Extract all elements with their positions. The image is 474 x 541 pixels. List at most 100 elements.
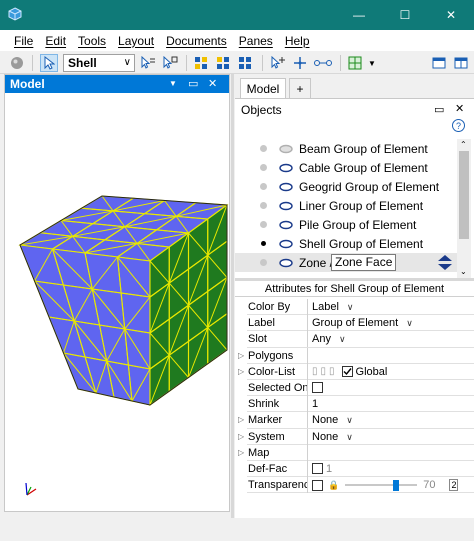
chevron-down-icon[interactable]: ∨ [339,331,346,347]
attribute-value[interactable]: 1 [312,396,318,412]
attribute-row[interactable]: Shrink 1 [247,396,474,413]
record-icon[interactable] [8,54,26,72]
minimize-button[interactable]: — [336,0,382,30]
slider-thumb[interactable] [392,480,399,492]
attribute-row[interactable]: ▷ Polygons [238,347,474,364]
menu-help[interactable]: Help [279,32,316,50]
expand-icon[interactable]: ▷ [238,367,244,376]
attribute-row[interactable]: Label Group of Element ∨ [247,315,474,332]
close-button[interactable]: ✕ [428,0,474,30]
grid-layout-icon[interactable] [214,54,232,72]
chevron-down-icon[interactable]: ∨ [346,429,353,445]
attribute-value[interactable]: 1 [312,461,332,477]
menu-layout[interactable]: Layout [112,32,160,50]
visibility-dot-icon[interactable] [260,202,267,209]
attribute-value[interactable]: None ∨ [312,429,353,445]
attribute-row[interactable]: Color By Label ∨ [247,299,474,316]
attribute-row[interactable]: ▷ Marker None ∨ [238,412,474,429]
close-pane-icon[interactable]: ✕ [208,75,217,93]
attribute-value[interactable] [312,380,326,396]
eye-icon[interactable] [279,220,293,230]
visibility-dot-icon[interactable] [260,145,267,152]
expand-icon[interactable]: ▷ [238,351,244,360]
objects-scrollbar[interactable]: ⌃ ⌄ [457,139,471,279]
3d-viewport[interactable] [5,93,229,511]
attribute-row[interactable]: Transparency 🔒 70 2 [247,477,474,494]
object-row[interactable]: Cable Group of Element [235,158,457,177]
attribute-value[interactable]: None ∨ [312,412,353,428]
scrollbar-thumb[interactable] [459,151,469,239]
spinner-updown-icon[interactable] [437,254,453,271]
move-cross-icon[interactable] [290,54,310,72]
eye-icon[interactable] [279,182,293,192]
select-box-icon[interactable] [160,54,180,72]
eye-icon[interactable] [279,201,293,211]
dropdown-icon[interactable]: ▼ [169,75,177,93]
maximize-button[interactable]: ☐ [382,0,428,30]
color-list-icons[interactable]: ▯▯▯ [312,364,338,380]
attribute-value[interactable]: 🔒 70 2 [312,477,459,493]
checkbox[interactable] [312,382,323,394]
object-row[interactable]: Pile Group of Element [235,215,457,234]
visibility-dot-icon[interactable] [260,221,267,228]
attribute-row[interactable]: ▷ System None ∨ [238,428,474,445]
expand-icon[interactable]: ▷ [238,448,244,457]
eye-icon[interactable] [279,239,293,249]
grid-view-icon[interactable] [192,54,210,72]
vertical-splitter[interactable] [231,74,234,518]
menu-file[interactable]: File [8,32,39,50]
chevron-down-icon[interactable]: ∨ [346,412,353,428]
menu-panes[interactable]: Panes [233,32,279,50]
object-row[interactable]: Shell Group of Element [235,234,457,253]
attribute-row[interactable]: Def-Fac 1 [247,460,474,478]
window-split-icon[interactable] [452,54,470,72]
tab-model[interactable]: Model [240,78,286,98]
attribute-value[interactable]: Label ∨ [312,299,354,315]
slider-options-icon[interactable]: 2 [449,479,459,492]
chevron-down-icon[interactable]: ∨ [406,315,413,331]
attribute-row[interactable]: Selected Only [247,379,474,397]
link-icon[interactable] [312,54,334,72]
visibility-dot-icon[interactable] [261,241,266,246]
eye-icon[interactable] [279,163,293,173]
attribute-row[interactable]: ▷ Color-List ▯▯▯ Global [238,363,474,380]
attribute-row[interactable]: ▷ Map [238,444,474,461]
mode-combo[interactable]: Shell ∨ [63,54,135,72]
visibility-dot-icon[interactable] [260,164,267,171]
object-row[interactable]: Zone / Zone Face [235,253,457,272]
help-icon[interactable]: ? [452,119,465,132]
add-tab-button[interactable]: + [289,78,311,98]
attribute-row[interactable]: Slot Any ∨ [247,331,474,348]
visibility-dot-icon[interactable] [260,183,267,190]
object-type-combo[interactable]: Zone Face [331,254,397,271]
attribute-value[interactable]: Any ∨ [312,331,346,347]
attribute-value[interactable]: ▯▯▯ Global [312,364,387,380]
caret-down-icon[interactable]: ▼ [366,54,378,72]
float-icon[interactable]: ▭ [188,75,198,93]
visibility-dot-icon[interactable] [260,259,267,266]
green-grid-icon[interactable] [346,54,364,72]
float-icon[interactable]: ▭ [434,103,444,116]
window-icon[interactable] [430,54,448,72]
checkbox[interactable] [312,463,323,475]
object-row[interactable]: Liner Group of Element [235,196,457,215]
object-row[interactable]: Beam Group of Element [235,139,457,158]
chevron-down-icon[interactable]: ∨ [347,299,354,315]
menu-documents[interactable]: Documents [160,32,233,50]
scroll-up-icon[interactable]: ⌃ [460,140,467,149]
checkbox-checked[interactable] [341,366,353,378]
expand-icon[interactable]: ▷ [238,415,244,424]
attribute-value[interactable]: Group of Element ∨ [312,315,413,331]
object-row[interactable]: Geogrid Group of Element [235,177,457,196]
select-add-icon[interactable] [138,54,158,72]
menu-tools[interactable]: Tools [72,32,112,50]
eye-icon[interactable] [279,258,293,268]
tile-icon[interactable] [236,54,254,72]
close-icon[interactable]: ✕ [455,102,464,115]
eye-icon[interactable] [279,144,293,154]
select-pointer-icon[interactable] [40,54,58,72]
scroll-down-icon[interactable]: ⌄ [460,267,467,276]
expand-icon[interactable]: ▷ [238,432,244,441]
transparency-slider[interactable] [345,479,418,492]
menu-edit[interactable]: Edit [39,32,72,50]
